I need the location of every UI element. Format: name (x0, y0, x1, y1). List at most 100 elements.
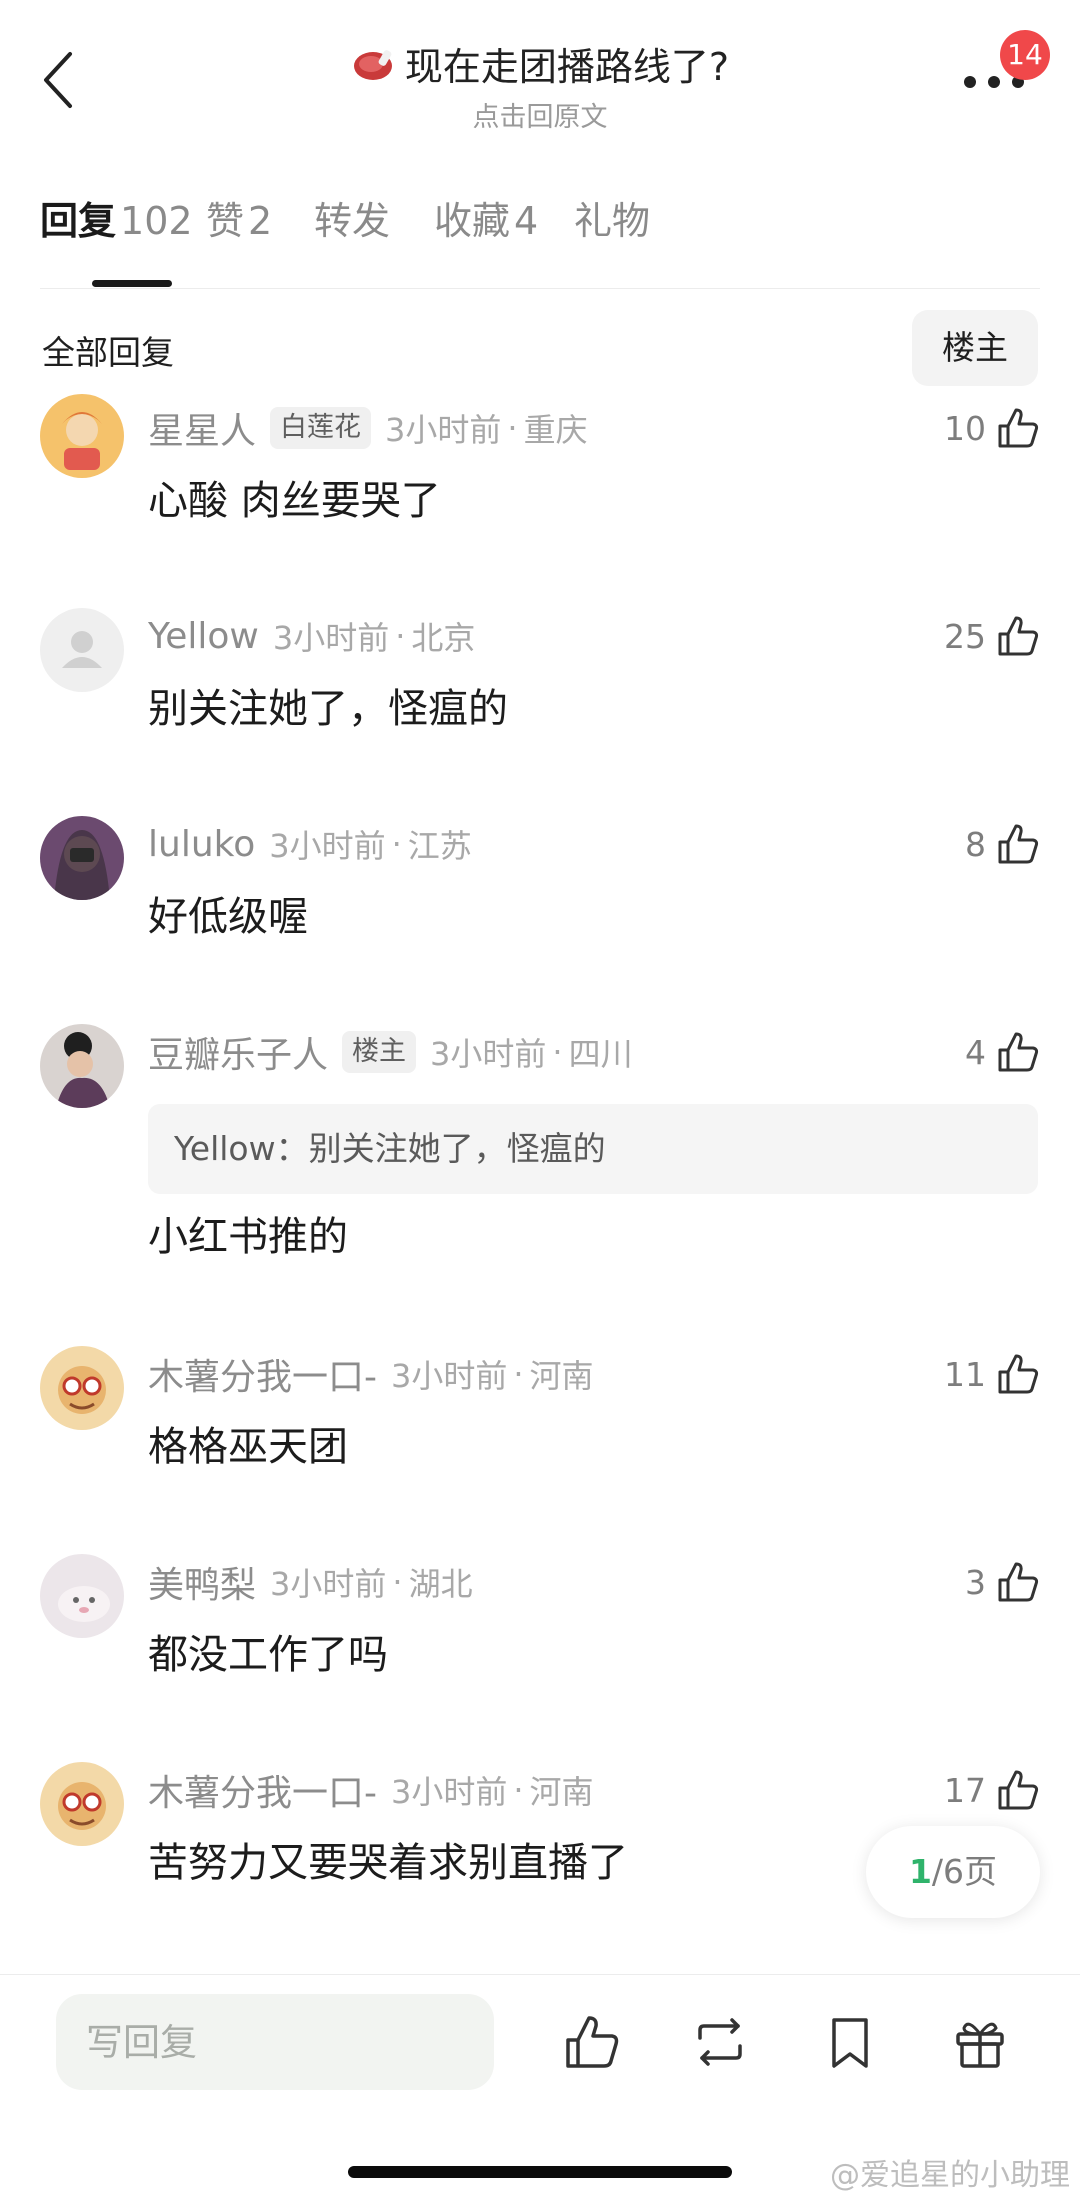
tab-label: 赞 (206, 199, 245, 243)
avatar[interactable] (40, 1346, 124, 1430)
comment-location: 北京 (411, 619, 476, 657)
total-pages: /6页 (931, 1852, 998, 1891)
avatar[interactable] (40, 1024, 124, 1108)
thumbs-up-icon (998, 1770, 1039, 1810)
comment-time: 3小时前 (272, 619, 390, 657)
dot-separator: · (507, 409, 518, 447)
comment-meta: luluko 3小时前 · 江苏 (148, 820, 472, 868)
all-replies-heading: 全部回复 (42, 333, 174, 372)
username[interactable]: luluko (148, 824, 255, 865)
comment-location: 河南 (529, 1773, 594, 1811)
avatar[interactable] (40, 608, 124, 692)
comment-location: 湖北 (408, 1565, 473, 1603)
steak-emoji-icon (353, 49, 392, 80)
home-indicator[interactable] (348, 2166, 732, 2178)
username[interactable]: 美鸭梨 (148, 1556, 256, 1608)
avatar[interactable] (40, 1762, 124, 1846)
back-to-original-link[interactable]: 点击回原文 (0, 95, 1080, 134)
like-count: 8 (965, 824, 986, 864)
like-count: 17 (944, 1770, 986, 1810)
tab-count: 4 (514, 199, 539, 243)
divider (0, 1974, 1080, 1975)
active-tab-indicator (92, 280, 172, 287)
more-dots-icon (964, 76, 976, 88)
avatar[interactable] (40, 816, 124, 900)
op-tag: 楼主 (342, 1031, 417, 1073)
username[interactable]: Yellow (148, 616, 259, 657)
gift-icon[interactable] (950, 2012, 1010, 2072)
reply-input[interactable] (56, 1994, 494, 2090)
comment-location: 河南 (529, 1357, 594, 1395)
page-title: 现在走团播路线了? (351, 36, 729, 91)
bookmark-icon[interactable] (820, 2012, 880, 2072)
dot-separator: · (513, 1355, 524, 1393)
comment-body: 小红书推的 (148, 1214, 348, 1260)
op-only-filter-button[interactable]: 楼主 (912, 310, 1038, 386)
comment-time: 3小时前 (270, 1565, 387, 1603)
username[interactable]: 木薯分我一口- (148, 1764, 377, 1816)
tab-label: 礼物 (574, 199, 651, 243)
repost-icon[interactable] (690, 2012, 750, 2072)
comment-time: 3小时前 (385, 411, 502, 449)
dot-separator: · (391, 825, 402, 863)
tab-likes[interactable]: 赞2 (206, 190, 272, 245)
tab-bar: 回复 102 赞2 转发 收藏 4 礼物 (0, 190, 1080, 290)
like-button[interactable]: 17 (944, 1766, 1040, 1814)
like-button[interactable]: 4 (965, 1028, 1040, 1076)
comment-body: 都没工作了吗 (148, 1632, 388, 1678)
tab-count: 2 (248, 199, 273, 243)
current-page: 1 (908, 1852, 932, 1891)
comment-meta: 星星人 白莲花 3小时前 · 重庆 (148, 404, 588, 452)
tab-label: 转发 (314, 199, 391, 243)
thumbs-up-icon (998, 1562, 1039, 1602)
comment-time: 3小时前 (430, 1035, 547, 1073)
tab-replies[interactable]: 回复 102 (40, 190, 193, 245)
header: 现在走团播路线了? 点击回原文 14 (0, 0, 1080, 160)
like-count: 11 (944, 1354, 986, 1394)
tab-count: 102 (120, 199, 193, 243)
divider (40, 288, 1040, 289)
like-count: 3 (965, 1562, 986, 1602)
comment-body: 苦努力又要哭着求别直播了 (148, 1840, 628, 1886)
like-post-icon[interactable] (562, 2012, 622, 2072)
like-count: 4 (965, 1032, 986, 1072)
comment-body: 别关注她了，怪瘟的 (148, 686, 508, 732)
username[interactable]: 星星人 (148, 402, 256, 454)
like-button[interactable]: 25 (944, 612, 1040, 660)
avatar[interactable] (40, 394, 124, 478)
notification-badge: 14 (1000, 30, 1050, 80)
thumbs-up-icon (998, 824, 1039, 864)
tab-favorites[interactable]: 收藏 4 (434, 190, 538, 245)
dot-separator: · (392, 1563, 403, 1601)
comment-meta: 美鸭梨 3小时前 · 湖北 (148, 1558, 473, 1606)
comment-meta: 豆瓣乐子人 楼主 3小时前 · 四川 (148, 1028, 633, 1076)
comment-body: 心酸 肉丝要哭了 (148, 478, 441, 524)
comment-time: 3小时前 (269, 827, 386, 865)
comment-body: 格格巫天团 (148, 1424, 348, 1470)
page-indicator[interactable]: 1/6页 (866, 1826, 1040, 1918)
like-button[interactable]: 8 (965, 820, 1040, 868)
user-tag: 白莲花 (270, 407, 372, 449)
avatar[interactable] (40, 1554, 124, 1638)
comment-location: 四川 (568, 1035, 633, 1073)
comment-body: 好低级喔 (148, 894, 308, 940)
username[interactable]: 豆瓣乐子人 (148, 1026, 328, 1078)
tab-gifts[interactable]: 礼物 (574, 190, 650, 245)
comment-meta: 木薯分我一口- 3小时前 · 河南 (148, 1766, 594, 1814)
like-button[interactable]: 3 (965, 1558, 1040, 1606)
quoted-reply[interactable]: Yellow：别关注她了，怪瘟的 (148, 1104, 1038, 1194)
username[interactable]: 木薯分我一口- (148, 1348, 377, 1400)
title-area[interactable]: 现在走团播路线了? 点击回原文 (0, 36, 1080, 134)
comment-location: 江苏 (407, 827, 472, 865)
tab-label: 收藏 (434, 199, 511, 243)
dot-separator: · (395, 617, 406, 655)
comment-meta: Yellow 3小时前 · 北京 (148, 612, 475, 660)
like-button[interactable]: 11 (944, 1350, 1040, 1398)
like-count: 10 (944, 408, 986, 448)
thumbs-up-icon (998, 1354, 1039, 1394)
tab-reposts[interactable]: 转发 (314, 190, 390, 245)
like-button[interactable]: 10 (944, 404, 1040, 452)
comment-meta: 木薯分我一口- 3小时前 · 河南 (148, 1350, 594, 1398)
comment-time: 3小时前 (391, 1357, 508, 1395)
dot-separator: · (513, 1771, 524, 1809)
